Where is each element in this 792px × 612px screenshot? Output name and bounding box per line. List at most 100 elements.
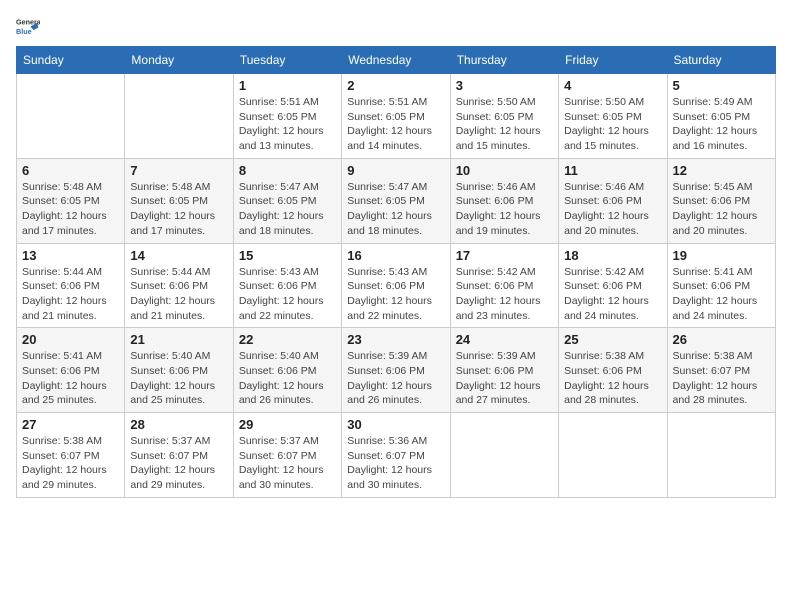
day-number: 18 — [564, 248, 661, 263]
day-info: Sunrise: 5:41 AM Sunset: 6:06 PM Dayligh… — [22, 349, 119, 408]
day-info: Sunrise: 5:44 AM Sunset: 6:06 PM Dayligh… — [130, 265, 227, 324]
calendar-cell: 20 Sunrise: 5:41 AM Sunset: 6:06 PM Dayli… — [17, 328, 125, 413]
calendar-table: SundayMondayTuesdayWednesdayThursdayFrid… — [16, 46, 776, 498]
calendar-cell: 5Sunrise: 5:49 AM Sunset: 6:05 PM Daylig… — [667, 74, 775, 159]
day-number: 16 — [347, 248, 444, 263]
calendar-cell — [667, 413, 775, 498]
week-row-4: 27 Sunrise: 5:38 AM Sunset: 6:07 PM Dayli… — [17, 413, 776, 498]
day-number: 11 — [564, 163, 661, 178]
day-info: Sunrise: 5:50 AM Sunset: 6:05 PM Dayligh… — [564, 95, 661, 154]
day-info: Sunrise: 5:40 AM Sunset: 6:06 PM Dayligh… — [130, 349, 227, 408]
weekday-header-tuesday: Tuesday — [233, 47, 341, 74]
week-row-3: 20 Sunrise: 5:41 AM Sunset: 6:06 PM Dayli… — [17, 328, 776, 413]
calendar-cell — [17, 74, 125, 159]
weekday-header-monday: Monday — [125, 47, 233, 74]
weekday-header-sunday: Sunday — [17, 47, 125, 74]
day-number: 28 — [130, 417, 227, 432]
day-info: Sunrise: 5:43 AM Sunset: 6:06 PM Dayligh… — [239, 265, 336, 324]
weekday-header-thursday: Thursday — [450, 47, 558, 74]
day-number: 8 — [239, 163, 336, 178]
calendar-cell: 29 Sunrise: 5:37 AM Sunset: 6:07 PM Dayli… — [233, 413, 341, 498]
logo: General Blue — [16, 16, 44, 36]
calendar-cell: 1 Sunrise: 5:51 AM Sunset: 6:05 PM Daylig… — [233, 74, 341, 159]
calendar-cell: 16 Sunrise: 5:43 AM Sunset: 6:06 PM Dayli… — [342, 243, 450, 328]
calendar-cell: 12Sunrise: 5:45 AM Sunset: 6:06 PM Dayli… — [667, 158, 775, 243]
day-number: 6 — [22, 163, 119, 178]
weekday-header-wednesday: Wednesday — [342, 47, 450, 74]
day-number: 27 — [22, 417, 119, 432]
calendar-cell: 27 Sunrise: 5:38 AM Sunset: 6:07 PM Dayli… — [17, 413, 125, 498]
day-info: Sunrise: 5:37 AM Sunset: 6:07 PM Dayligh… — [239, 434, 336, 493]
day-number: 20 — [22, 332, 119, 347]
day-info: Sunrise: 5:42 AM Sunset: 6:06 PM Dayligh… — [456, 265, 553, 324]
day-number: 1 — [239, 78, 336, 93]
day-info: Sunrise: 5:51 AM Sunset: 6:05 PM Dayligh… — [239, 95, 336, 154]
logo-icon: General Blue — [16, 16, 40, 36]
day-number: 22 — [239, 332, 336, 347]
day-number: 26 — [673, 332, 770, 347]
day-number: 21 — [130, 332, 227, 347]
day-number: 14 — [130, 248, 227, 263]
day-number: 23 — [347, 332, 444, 347]
day-number: 4 — [564, 78, 661, 93]
day-info: Sunrise: 5:39 AM Sunset: 6:06 PM Dayligh… — [456, 349, 553, 408]
calendar-cell: 2Sunrise: 5:51 AM Sunset: 6:05 PM Daylig… — [342, 74, 450, 159]
calendar-cell: 28Sunrise: 5:37 AM Sunset: 6:07 PM Dayli… — [125, 413, 233, 498]
calendar-cell: 11 Sunrise: 5:46 AM Sunset: 6:06 PM Dayli… — [559, 158, 667, 243]
day-info: Sunrise: 5:50 AM Sunset: 6:05 PM Dayligh… — [456, 95, 553, 154]
day-number: 3 — [456, 78, 553, 93]
day-number: 24 — [456, 332, 553, 347]
day-number: 19 — [673, 248, 770, 263]
day-info: Sunrise: 5:36 AM Sunset: 6:07 PM Dayligh… — [347, 434, 444, 493]
day-info: Sunrise: 5:51 AM Sunset: 6:05 PM Dayligh… — [347, 95, 444, 154]
calendar-cell: 4 Sunrise: 5:50 AM Sunset: 6:05 PM Daylig… — [559, 74, 667, 159]
calendar-cell: 22 Sunrise: 5:40 AM Sunset: 6:06 PM Dayli… — [233, 328, 341, 413]
calendar-cell: 18 Sunrise: 5:42 AM Sunset: 6:06 PM Dayli… — [559, 243, 667, 328]
weekday-header-friday: Friday — [559, 47, 667, 74]
calendar-cell: 17 Sunrise: 5:42 AM Sunset: 6:06 PM Dayli… — [450, 243, 558, 328]
day-info: Sunrise: 5:48 AM Sunset: 6:05 PM Dayligh… — [22, 180, 119, 239]
day-info: Sunrise: 5:46 AM Sunset: 6:06 PM Dayligh… — [456, 180, 553, 239]
calendar-cell: 26 Sunrise: 5:38 AM Sunset: 6:07 PM Dayli… — [667, 328, 775, 413]
week-row-0: 1 Sunrise: 5:51 AM Sunset: 6:05 PM Daylig… — [17, 74, 776, 159]
day-info: Sunrise: 5:43 AM Sunset: 6:06 PM Dayligh… — [347, 265, 444, 324]
day-info: Sunrise: 5:40 AM Sunset: 6:06 PM Dayligh… — [239, 349, 336, 408]
day-info: Sunrise: 5:38 AM Sunset: 6:07 PM Dayligh… — [673, 349, 770, 408]
day-info: Sunrise: 5:42 AM Sunset: 6:06 PM Dayligh… — [564, 265, 661, 324]
day-number: 15 — [239, 248, 336, 263]
day-info: Sunrise: 5:48 AM Sunset: 6:05 PM Dayligh… — [130, 180, 227, 239]
calendar-cell: 10 Sunrise: 5:46 AM Sunset: 6:06 PM Dayli… — [450, 158, 558, 243]
day-info: Sunrise: 5:39 AM Sunset: 6:06 PM Dayligh… — [347, 349, 444, 408]
calendar-cell: 24 Sunrise: 5:39 AM Sunset: 6:06 PM Dayli… — [450, 328, 558, 413]
week-row-1: 6 Sunrise: 5:48 AM Sunset: 6:05 PM Daylig… — [17, 158, 776, 243]
svg-text:Blue: Blue — [16, 27, 32, 36]
day-info: Sunrise: 5:44 AM Sunset: 6:06 PM Dayligh… — [22, 265, 119, 324]
calendar-cell: 15 Sunrise: 5:43 AM Sunset: 6:06 PM Dayli… — [233, 243, 341, 328]
header: General Blue — [16, 16, 776, 36]
day-info: Sunrise: 5:49 AM Sunset: 6:05 PM Dayligh… — [673, 95, 770, 154]
week-row-2: 13Sunrise: 5:44 AM Sunset: 6:06 PM Dayli… — [17, 243, 776, 328]
calendar-cell: 3 Sunrise: 5:50 AM Sunset: 6:05 PM Daylig… — [450, 74, 558, 159]
calendar-cell: 30Sunrise: 5:36 AM Sunset: 6:07 PM Dayli… — [342, 413, 450, 498]
calendar-cell: 6 Sunrise: 5:48 AM Sunset: 6:05 PM Daylig… — [17, 158, 125, 243]
day-number: 9 — [347, 163, 444, 178]
day-number: 7 — [130, 163, 227, 178]
day-info: Sunrise: 5:38 AM Sunset: 6:07 PM Dayligh… — [22, 434, 119, 493]
calendar-cell: 23 Sunrise: 5:39 AM Sunset: 6:06 PM Dayli… — [342, 328, 450, 413]
calendar-cell: 25Sunrise: 5:38 AM Sunset: 6:06 PM Dayli… — [559, 328, 667, 413]
calendar-cell: 13Sunrise: 5:44 AM Sunset: 6:06 PM Dayli… — [17, 243, 125, 328]
calendar-cell: 21 Sunrise: 5:40 AM Sunset: 6:06 PM Dayli… — [125, 328, 233, 413]
day-info: Sunrise: 5:38 AM Sunset: 6:06 PM Dayligh… — [564, 349, 661, 408]
calendar-cell: 7 Sunrise: 5:48 AM Sunset: 6:05 PM Daylig… — [125, 158, 233, 243]
day-info: Sunrise: 5:47 AM Sunset: 6:05 PM Dayligh… — [239, 180, 336, 239]
day-info: Sunrise: 5:47 AM Sunset: 6:05 PM Dayligh… — [347, 180, 444, 239]
calendar-cell: 9 Sunrise: 5:47 AM Sunset: 6:05 PM Daylig… — [342, 158, 450, 243]
day-info: Sunrise: 5:46 AM Sunset: 6:06 PM Dayligh… — [564, 180, 661, 239]
day-number: 10 — [456, 163, 553, 178]
weekday-header-row: SundayMondayTuesdayWednesdayThursdayFrid… — [17, 47, 776, 74]
day-number: 17 — [456, 248, 553, 263]
weekday-header-saturday: Saturday — [667, 47, 775, 74]
calendar-cell: 14 Sunrise: 5:44 AM Sunset: 6:06 PM Dayli… — [125, 243, 233, 328]
day-number: 29 — [239, 417, 336, 432]
calendar-cell — [450, 413, 558, 498]
